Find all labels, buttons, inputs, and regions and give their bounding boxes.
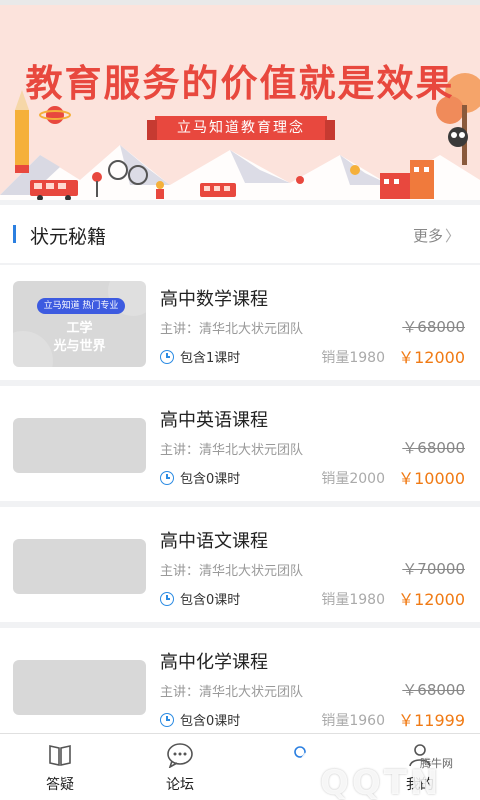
course-hours: 包含0课时 <box>160 710 240 729</box>
promo-banner[interactable]: 教育服务的价值就是效果 立马知道教育理念 <box>0 0 480 200</box>
course-hours: 包含1课时 <box>160 347 240 366</box>
clock-icon <box>160 591 174 606</box>
course-card[interactable]: 高中英语课程 主讲：清华北大状元团队 ￥68000 包含0课时 销量2000 ￥… <box>0 386 480 501</box>
more-label: 更多 <box>412 227 443 245</box>
course-lecturer: 主讲：清华北大状元团队 <box>160 443 304 458</box>
hours-label: 包含0课时 <box>180 714 241 729</box>
more-link[interactable]: 更多〉 <box>413 225 460 246</box>
nav-label: 答疑 <box>46 777 74 793</box>
course-hours: 包含0课时 <box>160 589 240 608</box>
section-accent-bar <box>13 225 16 243</box>
course-price: ￥10000 <box>398 469 465 488</box>
original-price: ￥68000 <box>402 318 465 336</box>
hours-label: 包含1课时 <box>180 351 241 366</box>
banner-subtitle: 立马知道教育理念 <box>147 116 335 140</box>
hours-label: 包含0课时 <box>180 472 241 487</box>
course-thumbnail-placeholder <box>13 539 146 594</box>
section-title: 状元秘籍 <box>30 226 107 248</box>
original-price: ￥70000 <box>402 560 465 578</box>
sales-count: 销量1980 <box>321 350 385 366</box>
banner-title: 教育服务的价值就是效果 <box>25 62 455 105</box>
course-thumbnail-placeholder <box>13 660 146 715</box>
nav-label: 论坛 <box>166 777 194 793</box>
original-price: ￥68000 <box>402 681 465 699</box>
clock-icon <box>160 470 174 485</box>
course-lecturer: 主讲：清华北大状元团队 <box>160 322 304 337</box>
course-name: 高中语文课程 <box>160 531 268 552</box>
clock-icon <box>160 349 174 364</box>
course-name: 高中化学课程 <box>160 652 268 673</box>
thumbnail-line2: 光与世界 <box>53 339 106 354</box>
original-price: ￥68000 <box>402 439 465 457</box>
course-name: 高中英语课程 <box>160 410 268 431</box>
watermark-small-text: 腾牛网 <box>420 757 453 770</box>
course-lecturer: 主讲：清华北大状元团队 <box>160 564 304 579</box>
course-card[interactable]: 高中语文课程 主讲：清华北大状元团队 ￥70000 包含0课时 销量1980 ￥… <box>0 507 480 622</box>
course-thumbnail-placeholder <box>13 418 146 473</box>
sales-count: 销量2000 <box>321 471 385 487</box>
book-icon <box>49 745 71 766</box>
course-price: ￥12000 <box>398 590 465 609</box>
chat-bubble-icon <box>167 743 193 768</box>
course-thumbnail: 立马知道 热门专业 工学 光与世界 <box>13 281 146 367</box>
course-price: ￥11999 <box>398 711 465 730</box>
course-card[interactable]: 高中化学课程 主讲：清华北大状元团队 ￥68000 包含0课时 销量1960 ￥… <box>0 628 480 743</box>
course-name: 高中数学课程 <box>160 289 268 310</box>
thumbnail-line1: 工学 <box>66 321 93 336</box>
course-price: ￥12000 <box>398 348 465 367</box>
thumbnail-tag: 立马知道 热门专业 <box>37 298 125 314</box>
course-card[interactable]: 立马知道 热门专业 工学 光与世界 高中数学课程 主讲：清华北大状元团队 ￥68… <box>0 265 480 380</box>
clock-icon <box>160 712 174 727</box>
nav-item-qa[interactable]: 答疑 <box>0 734 120 800</box>
chevron-right-icon: 〉 <box>444 227 460 245</box>
sales-count: 销量1980 <box>321 592 385 608</box>
course-hours: 包含0课时 <box>160 468 240 487</box>
hours-label: 包含0课时 <box>180 593 241 608</box>
sales-count: 销量1960 <box>321 713 385 729</box>
course-lecturer: 主讲：清华北大状元团队 <box>160 685 304 700</box>
nav-item-forum[interactable]: 论坛 <box>120 734 240 800</box>
